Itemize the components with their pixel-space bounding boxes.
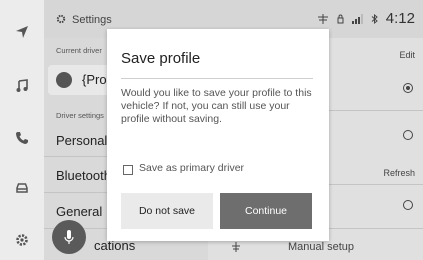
settings-gear-small-icon (56, 14, 66, 24)
continue-button[interactable]: Continue (220, 193, 312, 229)
manual-setup-icon (232, 242, 240, 252)
dialog-message: Would you like to save your profile to t… (121, 87, 312, 125)
wireless-icon (317, 13, 328, 24)
music-icon[interactable] (0, 72, 44, 100)
settings-gear-icon[interactable] (0, 226, 44, 254)
profile-radio-selected[interactable] (403, 83, 413, 93)
driver-settings-label: Driver settings (56, 111, 104, 120)
current-driver-label: Current driver (56, 46, 102, 55)
edit-button[interactable]: Edit (399, 50, 415, 60)
dialog-title: Save profile (121, 50, 201, 67)
status-bar: 4:12 (317, 10, 415, 27)
avatar (56, 72, 72, 88)
navigation-icon[interactable] (0, 18, 44, 46)
signal-icon (351, 13, 363, 24)
manual-setup-button[interactable]: Manual setup (288, 241, 354, 253)
lock-icon (337, 14, 344, 23)
menu-item-bluetooth[interactable]: Bluetooth (56, 168, 111, 183)
profile-radio[interactable] (403, 130, 413, 140)
bluetooth-icon (371, 13, 378, 24)
save-profile-dialog: Save profile Would you like to save your… (107, 29, 329, 241)
phone-icon[interactable] (0, 124, 44, 152)
menu-item-personal[interactable]: Personal (56, 133, 107, 148)
menu-item-general[interactable]: General (56, 204, 102, 219)
driver-name: {Pro (82, 72, 107, 87)
settings-title: Settings (72, 14, 112, 26)
microphone-icon (64, 230, 74, 244)
device-radio[interactable] (403, 200, 413, 210)
do-not-save-button[interactable]: Do not save (121, 193, 213, 229)
dialog-divider (121, 78, 313, 79)
app-rail (0, 0, 44, 260)
car-icon[interactable] (0, 174, 44, 202)
refresh-button[interactable]: Refresh (383, 168, 415, 178)
voice-button[interactable] (52, 220, 86, 254)
clock: 4:12 (385, 10, 415, 27)
primary-driver-checkbox-label[interactable]: Save as primary driver (139, 162, 244, 174)
primary-driver-checkbox[interactable] (123, 165, 133, 175)
infotainment-screen: Settings 4:12 Current driver {Pro Driver… (0, 0, 423, 260)
